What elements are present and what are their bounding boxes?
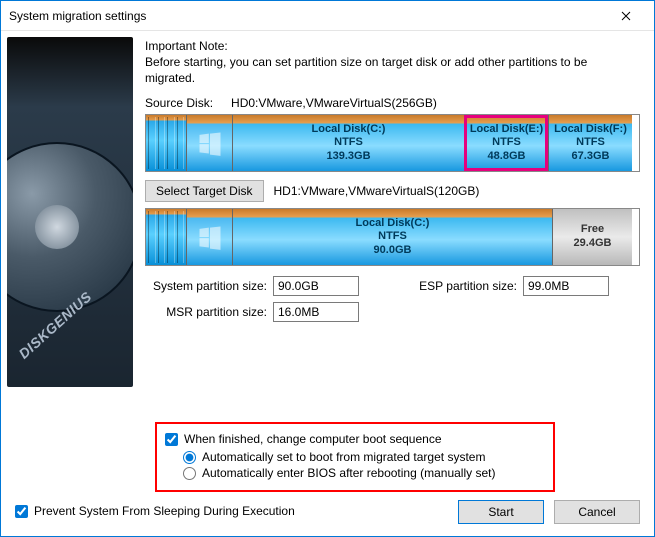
- partition-block[interactable]: Local Disk(C:)NTFS139.3GB: [232, 115, 464, 171]
- window-title: System migration settings: [9, 9, 606, 23]
- note-body: Before starting, you can set partition s…: [145, 55, 640, 86]
- select-target-disk-button[interactable]: Select Target Disk: [145, 180, 264, 202]
- close-icon: [621, 11, 631, 21]
- change-boot-sequence-label: When finished, change computer boot sequ…: [184, 432, 442, 446]
- cancel-button[interactable]: Cancel: [554, 500, 640, 524]
- enter-bios-radio[interactable]: [183, 467, 196, 480]
- target-disk-bar: Local Disk(C:)NTFS90.0GBFree29.4GB: [145, 208, 640, 266]
- note-heading: Important Note:: [145, 39, 640, 53]
- windows-logo-icon: [196, 129, 224, 157]
- msr-size-label: MSR partition size:: [145, 305, 273, 319]
- system-size-input[interactable]: [273, 276, 359, 296]
- close-button[interactable]: [606, 2, 646, 30]
- disk-platter-icon: [7, 142, 133, 312]
- auto-boot-label: Automatically set to boot from migrated …: [202, 450, 485, 464]
- partition-block[interactable]: Local Disk(E:)NTFS48.8GB: [464, 115, 548, 171]
- auto-boot-radio[interactable]: [183, 451, 196, 464]
- target-disk-desc: HD1:VMware,VMwareVirtualS(120GB): [274, 184, 480, 198]
- titlebar: System migration settings: [1, 1, 654, 31]
- system-partition-icon: [186, 209, 232, 265]
- free-space-block[interactable]: Free29.4GB: [552, 209, 632, 265]
- reserved-stripes: [146, 115, 186, 171]
- windows-logo-icon: [196, 223, 224, 251]
- source-disk-bar: Local Disk(C:)NTFS139.3GBLocal Disk(E:)N…: [145, 114, 640, 172]
- esp-size-input[interactable]: [523, 276, 609, 296]
- prevent-sleep-checkbox[interactable]: [15, 505, 28, 518]
- partition-block[interactable]: Local Disk(F:)NTFS67.3GB: [548, 115, 632, 171]
- brand-image: DISKGENIUS: [7, 37, 133, 387]
- source-disk-label: Source Disk:: [145, 96, 213, 110]
- start-button[interactable]: Start: [458, 500, 544, 524]
- prevent-sleep-label: Prevent System From Sleeping During Exec…: [34, 504, 295, 518]
- esp-size-label: ESP partition size:: [411, 279, 523, 293]
- system-size-label: System partition size:: [145, 279, 273, 293]
- boot-options-group: When finished, change computer boot sequ…: [155, 422, 555, 492]
- partition-block[interactable]: Local Disk(C:)NTFS90.0GB: [232, 209, 552, 265]
- change-boot-sequence-checkbox[interactable]: [165, 433, 178, 446]
- system-partition-icon: [186, 115, 232, 171]
- enter-bios-label: Automatically enter BIOS after rebooting…: [202, 466, 495, 480]
- msr-size-input[interactable]: [273, 302, 359, 322]
- sidebar: DISKGENIUS: [1, 31, 133, 488]
- source-disk-desc: HD0:VMware,VMwareVirtualS(256GB): [231, 96, 437, 110]
- reserved-stripes: [146, 209, 186, 265]
